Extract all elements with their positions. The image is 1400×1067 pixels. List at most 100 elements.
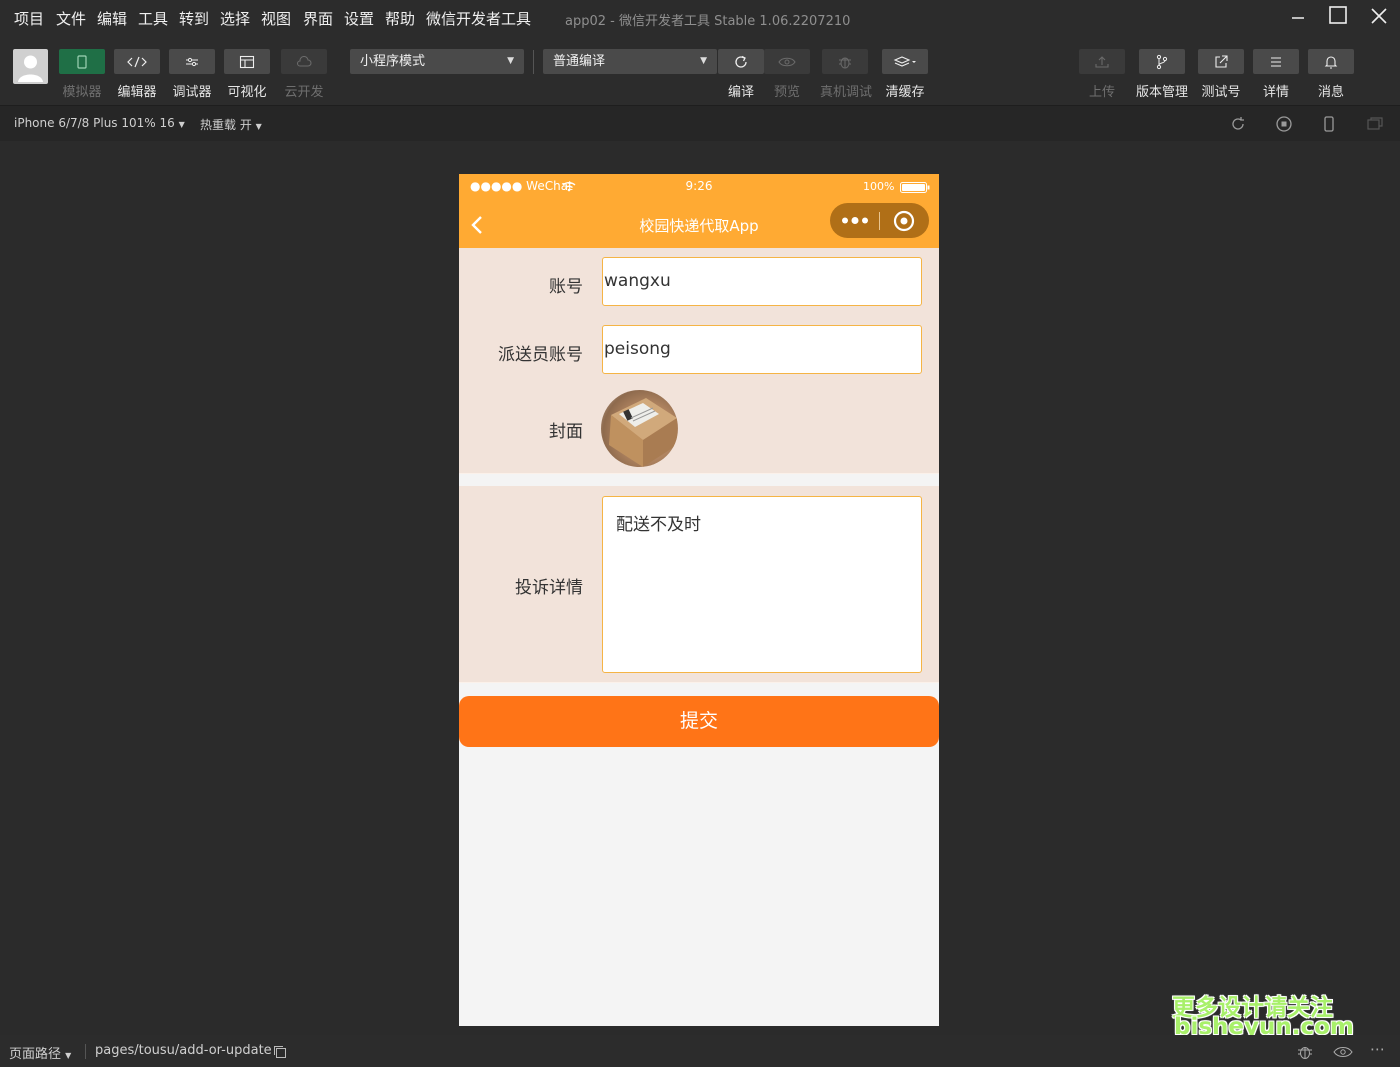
courier-account-input[interactable]: peisong [602,325,922,374]
cover-row: 封面 [459,384,939,474]
windows-icon[interactable] [1366,115,1384,133]
test-account-label: 测试号 [1201,85,1241,100]
submit-button[interactable]: 提交 [459,696,939,747]
complaint-detail-label: 投诉详情 [515,578,583,598]
chevron-down-icon: ▼ [178,120,185,129]
device-select[interactable]: iPhone 6/7/8 Plus 101% 16 ▼ [14,116,185,130]
toolbar-divider [533,50,534,74]
compile-select[interactable]: 普通编译 ▼ [543,49,717,74]
refresh-icon [735,55,747,68]
stop-icon[interactable] [1275,115,1293,133]
page-path-label: 页面路径 [9,1047,62,1062]
chevron-down-icon: ▼ [700,56,707,66]
details-button[interactable] [1253,49,1299,74]
hot-reload-toggle[interactable]: 热重载 开 ▼ [200,116,262,133]
battery-icon [900,182,930,193]
maximize-button[interactable] [1323,4,1353,32]
messages-label: 消息 [1317,85,1344,100]
menu-project[interactable]: 项目 [14,8,44,29]
menu-tools[interactable]: 工具 [138,8,168,29]
debugger-label: 调试器 [172,85,212,100]
layers-icon [893,55,916,67]
menu-interface[interactable]: 界面 [303,8,333,29]
debugger-toggle-button[interactable] [169,49,215,74]
menu-settings[interactable]: 设置 [344,8,374,29]
menu-view[interactable]: 视图 [261,8,291,29]
bug-icon[interactable] [1296,1043,1314,1061]
bug-icon [839,57,851,68]
mode-select[interactable]: 小程序模式 ▼ [350,49,524,74]
cloud-dev-label: 云开发 [284,85,324,100]
visual-toggle-button[interactable] [224,49,270,74]
menu-icon [1271,56,1281,67]
simulator-toggle-button[interactable] [59,49,105,74]
version-control-button[interactable] [1139,49,1185,74]
close-icon [1371,8,1387,24]
menu-help[interactable]: 帮助 [385,8,415,29]
package-photo [609,398,677,467]
minimize-icon [1292,17,1304,19]
preview-button[interactable] [764,49,810,74]
branch-icon [1156,54,1168,69]
window-title: app02 - 微信开发者工具 Stable 1.06.2207210 [565,14,851,29]
cloud-dev-button[interactable] [281,49,327,74]
page-path-select[interactable]: 页面路径 ▼ [9,1043,71,1062]
menu-goto[interactable]: 转到 [179,8,209,29]
more-dots-icon[interactable] [841,216,869,225]
hot-reload-value: 热重载 开 [200,118,252,132]
editor-toggle-button[interactable] [114,49,160,74]
eye-icon[interactable] [1333,1046,1353,1058]
messages-button[interactable] [1308,49,1354,74]
cover-image[interactable] [601,390,678,467]
code-icon [127,56,147,67]
maximize-icon [1329,6,1347,24]
compile-select-value: 普通编译 [553,54,606,69]
rotate-icon[interactable] [1229,115,1247,133]
clear-cache-button[interactable] [882,49,928,74]
eye-icon [778,57,796,66]
menu-edit[interactable]: 编辑 [97,8,127,29]
complaint-detail-textarea[interactable]: 配送不及时 [602,496,922,673]
status-bottom-bar: 页面路径 ▼ pages/tousu/add-or-update ⋯ [0,1035,1400,1067]
editor-label: 编辑器 [117,85,157,100]
upload-button[interactable] [1079,49,1125,74]
phone-simulator: ●●●●● WeChat 9:26 100% 校园快递代取App 账号 wang… [459,174,939,1026]
sliders-icon [186,57,198,66]
phone-icon[interactable] [1320,115,1338,133]
courier-account-row: 派送员账号 peisong [459,316,939,385]
menu-select[interactable]: 选择 [220,8,250,29]
visual-label: 可视化 [227,85,267,100]
layout-icon [239,55,255,68]
upload-icon [1095,55,1109,68]
minimize-button[interactable] [1283,4,1313,32]
copy-icon[interactable] [273,1045,287,1059]
cloud-icon [296,55,312,67]
account-input[interactable]: wangxu [602,257,922,306]
bell-icon [1324,55,1338,68]
wechat-capsule [830,203,929,238]
preview-label: 预览 [773,85,800,100]
version-control-label: 版本管理 [1135,85,1188,100]
more-icon[interactable]: ⋯ [1370,1040,1385,1058]
test-account-button[interactable] [1198,49,1244,74]
menu-wechat-devtools[interactable]: 微信开发者工具 [426,8,531,29]
account-row: 账号 wangxu [459,248,939,317]
phone-nav-bar: 校园快递代取App [459,200,939,248]
battery-percent: 100% [863,180,895,193]
real-debug-button[interactable] [822,49,868,74]
complaint-detail-row: 投诉详情 配送不及时 [459,486,939,683]
toolbar: 模拟器 编辑器 调试器 可视化 云开发 小程序模式 ▼ 普通编译 ▼ 编译 预览… [0,38,1400,105]
menu-file[interactable]: 文件 [56,8,86,29]
external-link-icon [1215,54,1228,68]
chevron-down-icon: ▼ [255,122,262,131]
phone-icon [77,54,87,69]
compile-button[interactable] [718,49,764,74]
cover-label: 封面 [549,422,583,442]
simulator-label: 模拟器 [62,85,102,100]
close-miniprogram-icon[interactable] [893,210,915,232]
avatar[interactable] [13,49,48,84]
capsule-divider [879,212,880,230]
bottom-divider [85,1044,86,1059]
close-window-button[interactable] [1364,4,1394,32]
account-label: 账号 [549,277,583,297]
